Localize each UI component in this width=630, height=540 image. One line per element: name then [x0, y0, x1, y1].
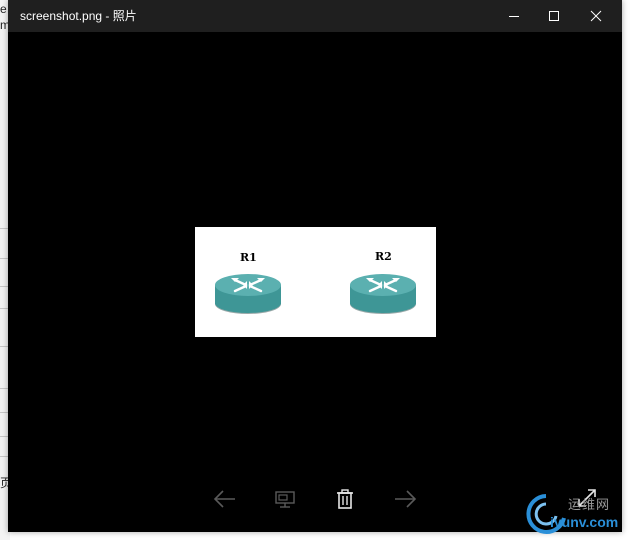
close-icon — [590, 10, 602, 22]
watermark-text: 运维网 — [568, 497, 611, 512]
next-button[interactable] — [390, 484, 420, 514]
delete-button[interactable] — [330, 484, 360, 514]
window-title: screenshot.png - 照片 — [20, 9, 137, 23]
minimize-button[interactable] — [494, 0, 534, 32]
displayed-photo: R1 R2 — [195, 227, 436, 337]
previous-button[interactable] — [210, 484, 240, 514]
router-label-r2: R2 — [375, 250, 392, 263]
delete-icon — [337, 489, 353, 509]
watermark: 运维网 iyunv.com — [524, 492, 624, 536]
arrow-left-icon — [213, 490, 235, 508]
slideshow-button[interactable] — [270, 484, 300, 514]
minimize-icon — [509, 16, 519, 17]
maximize-icon — [549, 11, 559, 21]
close-button[interactable] — [576, 0, 616, 32]
router-icon — [350, 274, 416, 314]
router-icon — [215, 274, 281, 314]
title-bar[interactable]: screenshot.png - 照片 — [8, 0, 622, 32]
router-label-r1: R1 — [240, 251, 257, 264]
watermark-url: iyunv.com — [550, 514, 619, 530]
maximize-button[interactable] — [534, 0, 574, 32]
slideshow-icon — [275, 491, 295, 508]
arrow-right-icon — [395, 490, 417, 508]
photos-app-window: screenshot.png - 照片 R1 R2 — [8, 0, 622, 532]
